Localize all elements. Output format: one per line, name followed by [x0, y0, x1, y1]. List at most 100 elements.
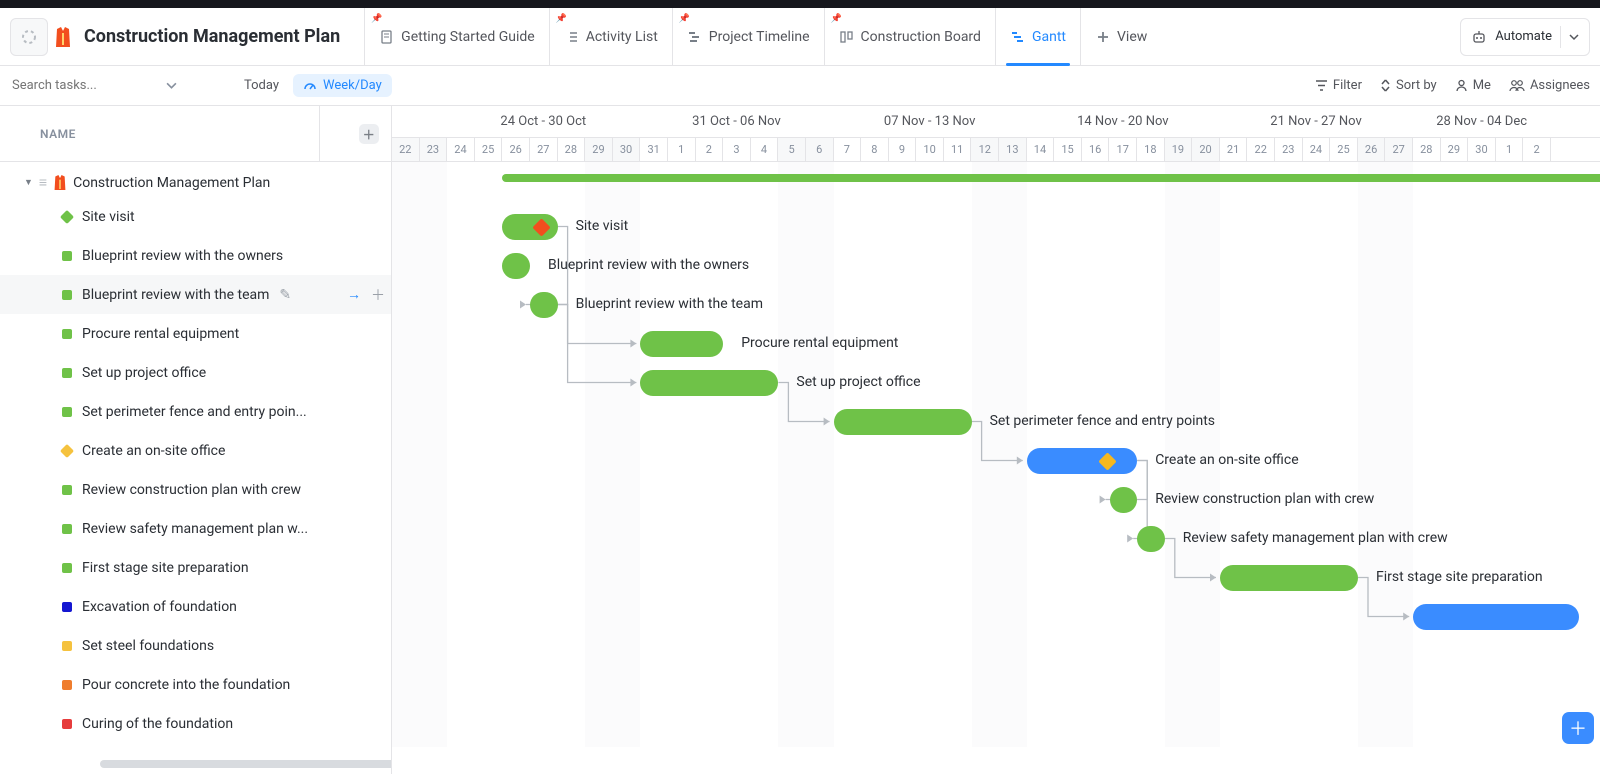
status-bullet [62, 485, 72, 495]
task-row[interactable]: Create an on-site office [0, 431, 391, 470]
automate-label: Automate [1495, 29, 1552, 44]
day-label: 27 [1385, 138, 1413, 161]
week-label: 14 Nov - 20 Nov [1027, 106, 1220, 137]
day-label: 29 [1441, 138, 1469, 161]
task-row[interactable]: Blueprint review with the owners [0, 236, 391, 275]
task-row[interactable]: Set perimeter fence and entry poin... [0, 392, 391, 431]
sort-button[interactable]: Sort by [1380, 78, 1437, 93]
task-row[interactable]: Blueprint review with the team✎→＋ [0, 275, 391, 314]
chevron-down-icon [1569, 32, 1579, 42]
tab-getting-started-guide[interactable]: 📌Getting Started Guide [364, 8, 549, 65]
horizontal-scrollbar[interactable] [100, 760, 392, 768]
root-label: Construction Management Plan [73, 175, 270, 191]
day-label: 29 [585, 138, 613, 161]
gantt-chart[interactable]: Site visitBlueprint review with the owne… [392, 162, 1600, 747]
bar-label: Blueprint review with the team [576, 296, 763, 312]
day-label: 22 [392, 138, 420, 161]
task-row[interactable]: Set steel foundations [0, 626, 391, 665]
weekday-toggle[interactable]: Week/Day [293, 74, 392, 97]
status-bullet [62, 407, 72, 417]
assignees-button[interactable]: Assignees [1509, 78, 1590, 93]
day-label: 26 [1358, 138, 1386, 161]
gantt-bar[interactable] [1413, 604, 1579, 630]
gantt-bar[interactable] [1027, 448, 1137, 474]
search-input[interactable] [10, 77, 160, 94]
edit-icon[interactable]: ✎ [279, 287, 291, 303]
search-field[interactable] [10, 77, 230, 94]
lines-icon: ≡ [39, 174, 47, 191]
task-name: Set steel foundations [82, 638, 214, 654]
expand-icon[interactable]: → [347, 286, 361, 303]
status-bullet [62, 251, 72, 261]
day-label: 4 [751, 138, 779, 161]
add-icon[interactable]: ＋ [371, 285, 385, 305]
week-label: 21 Nov - 27 Nov [1220, 106, 1413, 137]
day-label: 3 [723, 138, 751, 161]
day-label: 27 [530, 138, 558, 161]
day-label: 12 [971, 138, 999, 161]
gantt-bar[interactable] [502, 253, 530, 279]
bar-label: Blueprint review with the owners [548, 257, 749, 273]
day-label: 25 [1330, 138, 1358, 161]
status-bullet [62, 680, 72, 690]
gantt-bar[interactable] [640, 331, 723, 357]
task-row[interactable]: First stage site preparation [0, 548, 391, 587]
day-label: 5 [778, 138, 806, 161]
gantt-bar[interactable] [530, 292, 558, 318]
day-label: 31 [640, 138, 668, 161]
status-bullet [62, 563, 72, 573]
gantt-bar[interactable] [1137, 526, 1165, 552]
status-bullet [62, 290, 72, 300]
task-row[interactable]: Curing of the foundation [0, 704, 391, 743]
today-button[interactable]: Today [244, 78, 279, 93]
automate-button[interactable]: Automate [1460, 18, 1590, 56]
pin-icon: 📌 [371, 14, 382, 24]
gantt-bar[interactable] [640, 370, 778, 396]
day-label: 2 [1523, 138, 1551, 161]
add-column-button[interactable]: ＋ [359, 124, 379, 144]
task-name: Procure rental equipment [82, 326, 239, 342]
gantt-panel: 24 Oct - 30 Oct31 Oct - 06 Nov07 Nov - 1… [392, 106, 1600, 774]
day-label: 8 [861, 138, 889, 161]
day-label: 2 [696, 138, 724, 161]
gantt-bar[interactable] [1110, 487, 1138, 513]
summary-bar[interactable] [502, 174, 1600, 182]
gantt-bar[interactable] [834, 409, 972, 435]
task-name: Excavation of foundation [82, 599, 237, 615]
task-row[interactable]: Review construction plan with crew [0, 470, 391, 509]
status-bullet [62, 641, 72, 651]
task-row[interactable]: Excavation of foundation [0, 587, 391, 626]
timeline-icon [687, 29, 703, 45]
task-name: Review safety management plan w... [82, 521, 308, 537]
day-label: 1 [668, 138, 696, 161]
tab-construction-board[interactable]: 📌Construction Board [824, 8, 995, 65]
day-label: 21 [1220, 138, 1248, 161]
page-title: Construction Management Plan [84, 26, 340, 47]
me-button[interactable]: Me [1455, 78, 1491, 93]
chevron-down-icon [166, 80, 177, 91]
tab-activity-list[interactable]: 📌Activity List [549, 8, 672, 65]
tab-view[interactable]: View [1080, 8, 1161, 65]
tab-project-timeline[interactable]: 📌Project Timeline [672, 8, 824, 65]
gantt-bar[interactable] [1220, 565, 1358, 591]
task-row[interactable]: Procure rental equipment [0, 314, 391, 353]
add-task-fab[interactable]: ＋ [1562, 712, 1594, 744]
bar-label: Review construction plan with crew [1155, 491, 1374, 507]
filter-button[interactable]: Filter [1315, 78, 1362, 93]
bar-label: Set up project office [796, 374, 920, 390]
bar-label: First stage site preparation [1376, 569, 1543, 585]
app-menu-button[interactable] [10, 18, 48, 56]
task-row[interactable]: Pour concrete into the foundation [0, 665, 391, 704]
task-root[interactable]: ▼ ≡ Construction Management Plan [0, 168, 391, 197]
tab-gantt[interactable]: Gantt [995, 8, 1080, 65]
bar-label: Create an on-site office [1155, 452, 1298, 468]
plus-icon [1095, 29, 1111, 45]
status-bullet [62, 368, 72, 378]
pin-icon: 📌 [679, 14, 690, 24]
task-row[interactable]: Review safety management plan w... [0, 509, 391, 548]
bar-label: Set perimeter fence and entry points [990, 413, 1215, 429]
task-row[interactable]: Set up project office [0, 353, 391, 392]
status-bullet [60, 209, 74, 223]
task-row[interactable]: Site visit [0, 197, 391, 236]
day-label: 30 [613, 138, 641, 161]
